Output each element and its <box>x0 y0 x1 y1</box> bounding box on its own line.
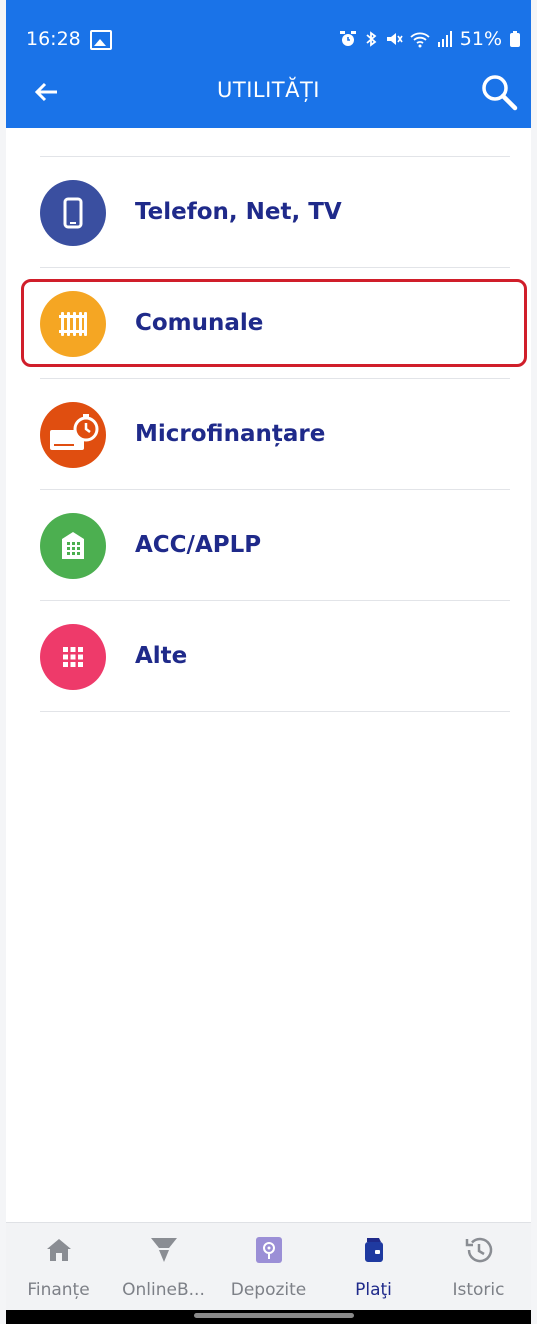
signal-icon <box>437 31 452 47</box>
filter-icon <box>151 1238 177 1262</box>
search-icon <box>482 75 518 111</box>
list-item-label: Comunale <box>135 310 264 336</box>
bottom-navigation: Finanțe OnlineB... Depozite Plaţi Istori… <box>6 1222 531 1311</box>
home-icon <box>47 1239 71 1261</box>
nav-label: Finanțe <box>27 1280 90 1300</box>
image-icon <box>90 30 112 50</box>
nav-label: Istoric <box>452 1280 505 1300</box>
list-item-label: Alte <box>135 643 188 669</box>
list-item-acc-aplp[interactable]: ACC/APLP <box>40 490 510 600</box>
list-item-label: Telefon, Net, TV <box>135 199 342 225</box>
toolbar: UTILITĂȚI <box>6 64 531 124</box>
alarm-icon <box>339 31 356 46</box>
bluetooth-icon <box>366 31 377 47</box>
list-item-alte[interactable]: Alte <box>40 601 510 711</box>
divider <box>40 711 510 712</box>
wifi-icon <box>410 32 430 48</box>
nav-item-onlineb[interactable]: OnlineB... <box>111 1223 216 1311</box>
status-icons: 51% <box>339 28 521 50</box>
utilities-list: Telefon, Net, TV Comunale Microfinanțare… <box>21 156 527 712</box>
app-screen: 16:28 51% UTILITĂȚI Telefon, Net, TV Com… <box>6 0 531 1324</box>
list-item-label: ACC/APLP <box>135 532 262 558</box>
nav-label: OnlineB... <box>122 1280 205 1300</box>
nav-item-plati[interactable]: Plaţi <box>321 1223 426 1311</box>
status-time: 16:28 <box>26 28 81 50</box>
list-item-telefon[interactable]: Telefon, Net, TV <box>40 157 510 267</box>
battery-icon <box>510 31 520 47</box>
nav-label: Depozite <box>230 1280 307 1300</box>
nav-item-finante[interactable]: Finanțe <box>6 1223 111 1311</box>
nav-label: Plaţi <box>355 1280 392 1300</box>
card-clock-icon <box>40 402 106 468</box>
radiator-icon <box>40 291 106 357</box>
home-indicator[interactable] <box>194 1313 354 1318</box>
phone-icon <box>40 180 106 246</box>
system-gesture-bar <box>6 1310 531 1324</box>
mute-icon <box>386 33 403 45</box>
wallet-icon <box>365 1238 383 1262</box>
history-icon <box>465 1237 493 1263</box>
building-icon <box>40 513 106 579</box>
nav-item-istoric[interactable]: Istoric <box>426 1223 531 1311</box>
safe-icon <box>256 1237 282 1263</box>
search-button[interactable] <box>477 70 521 114</box>
nav-item-depozite[interactable]: Depozite <box>216 1223 321 1311</box>
list-item-microfinantare[interactable]: Microfinanțare <box>40 379 510 489</box>
grid-icon <box>40 624 106 690</box>
list-item-label: Microfinanțare <box>135 421 326 447</box>
battery-percent: 51% <box>459 28 502 50</box>
status-bar: 16:28 51% <box>6 18 531 58</box>
page-title: UTILITĂȚI <box>217 78 320 102</box>
app-header: 16:28 51% UTILITĂȚI <box>6 0 531 128</box>
list-item-comunale[interactable]: Comunale <box>21 268 527 378</box>
